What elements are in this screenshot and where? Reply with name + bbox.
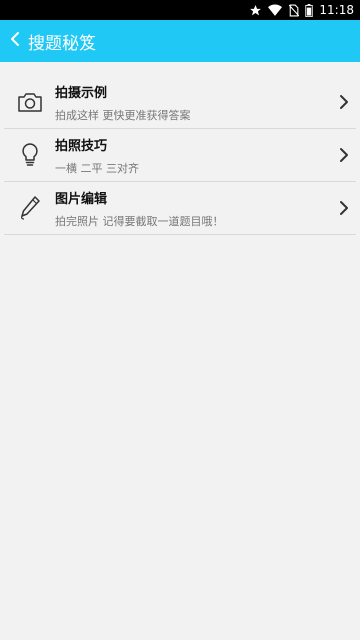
- list-item-photo-tips[interactable]: 拍照技巧 一横 二平 三对齐: [4, 129, 356, 182]
- chevron-right-icon: [338, 94, 350, 110]
- app-bar: 搜题秘笈: [0, 20, 360, 62]
- chevron-left-icon: [10, 31, 20, 51]
- chevron-right-icon: [338, 200, 350, 216]
- battery-icon: [305, 3, 314, 17]
- tips-list: 拍摄示例 拍成这样 更快更准获得答案 拍照技巧 一横 二平 三对齐 图片编辑 拍…: [4, 76, 356, 235]
- camera-icon: [16, 88, 44, 116]
- pen-icon: [16, 194, 44, 222]
- back-button[interactable]: [2, 20, 28, 62]
- item-subtitle: 拍成这样 更快更准获得答案: [55, 109, 191, 122]
- star-icon: [249, 4, 262, 17]
- item-title: 拍照技巧: [55, 139, 108, 154]
- item-title: 拍摄示例: [55, 86, 108, 101]
- wifi-icon: [268, 4, 283, 16]
- lightbulb-icon: [16, 141, 44, 169]
- page-title: 搜题秘笈: [28, 33, 96, 54]
- clock-time: 11:18: [319, 3, 354, 17]
- chevron-right-icon: [338, 147, 350, 163]
- list-item-shooting-example[interactable]: 拍摄示例 拍成这样 更快更准获得答案: [4, 76, 356, 129]
- item-subtitle: 拍完照片 记得要截取一道题目哦！: [55, 215, 224, 228]
- list-item-image-edit[interactable]: 图片编辑 拍完照片 记得要截取一道题目哦！: [4, 182, 356, 235]
- status-bar: 11:18: [0, 0, 360, 20]
- no-sim-icon: [288, 4, 300, 17]
- item-title: 图片编辑: [55, 192, 108, 207]
- item-subtitle: 一横 二平 三对齐: [55, 162, 139, 175]
